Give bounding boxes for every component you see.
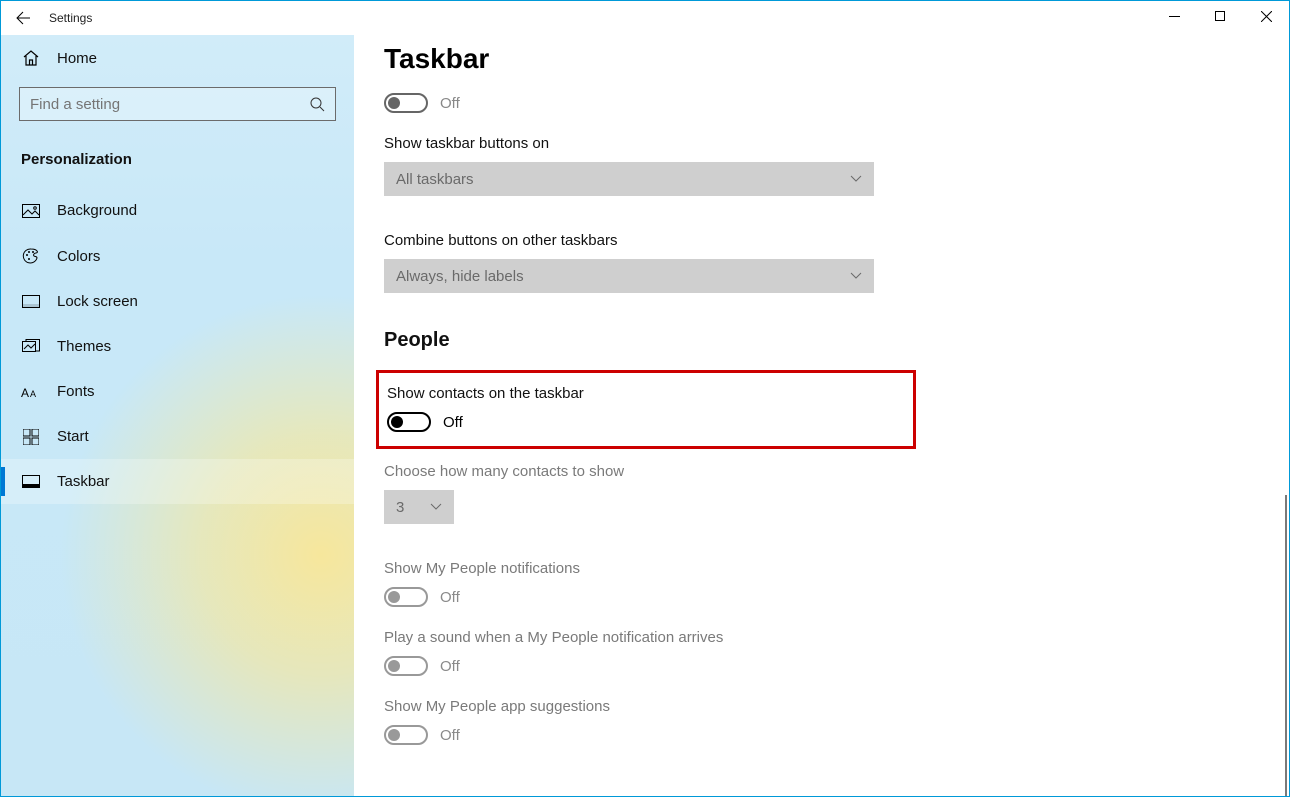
sidebar-item-taskbar[interactable]: Taskbar — [1, 459, 354, 504]
window-title: Settings — [49, 11, 92, 25]
main-content: Taskbar Off Show taskbar buttons on All … — [354, 35, 1289, 796]
sound-value: Off — [440, 658, 460, 675]
sidebar-item-label: Start — [57, 428, 89, 445]
back-button[interactable] — [1, 1, 45, 35]
sidebar-item-fonts[interactable]: AA Fonts — [1, 369, 354, 414]
dropdown-value: Always, hide labels — [396, 268, 524, 285]
sidebar-item-label: Taskbar — [57, 473, 110, 490]
title-bar: Settings — [1, 1, 1289, 35]
taskbar-icon — [21, 475, 41, 489]
sidebar-home-label: Home — [57, 50, 97, 67]
app-body: Home Personalization Background Colors — [1, 35, 1289, 796]
sidebar: Home Personalization Background Colors — [1, 35, 354, 796]
sidebar-item-label: Colors — [57, 248, 100, 265]
partial-toggle[interactable] — [384, 93, 428, 113]
maximize-button[interactable] — [1197, 1, 1243, 31]
choose-count-dropdown[interactable]: 3 — [384, 490, 454, 524]
picture-icon — [21, 204, 41, 218]
sidebar-item-colors[interactable]: Colors — [1, 233, 354, 279]
fonts-icon: AA — [21, 384, 41, 400]
palette-icon — [21, 247, 41, 265]
notifications-label: Show My People notifications — [384, 560, 1289, 577]
sidebar-item-background[interactable]: Background — [1, 188, 354, 233]
chevron-down-icon — [430, 503, 442, 511]
sidebar-item-label: Lock screen — [57, 293, 138, 310]
minimize-icon — [1169, 11, 1180, 22]
choose-count-label: Choose how many contacts to show — [384, 463, 1289, 480]
dropdown-value: All taskbars — [396, 171, 474, 188]
maximize-icon — [1215, 11, 1226, 22]
arrow-left-icon — [15, 10, 31, 26]
sidebar-item-themes[interactable]: Themes — [1, 324, 354, 369]
partial-toggle-label: Off — [440, 95, 460, 112]
dropdown-value: 3 — [396, 499, 404, 516]
partial-toggle-row: Off — [384, 93, 1289, 113]
window-controls — [1151, 1, 1289, 31]
sidebar-item-start[interactable]: Start — [1, 414, 354, 459]
sidebar-item-label: Themes — [57, 338, 111, 355]
sound-toggle[interactable] — [384, 656, 428, 676]
sidebar-nav: Background Colors Lock screen Themes — [1, 188, 354, 504]
sidebar-item-label: Fonts — [57, 383, 95, 400]
sidebar-item-label: Background — [57, 202, 137, 219]
combine-label: Combine buttons on other taskbars — [384, 232, 1289, 249]
sidebar-item-lock-screen[interactable]: Lock screen — [1, 279, 354, 324]
search-icon — [309, 96, 325, 112]
minimize-button[interactable] — [1151, 1, 1197, 31]
close-icon — [1261, 11, 1272, 22]
lock-screen-icon — [21, 295, 41, 309]
search-input[interactable] — [30, 96, 309, 113]
suggestions-label: Show My People app suggestions — [384, 698, 1289, 715]
sidebar-category: Personalization — [1, 139, 354, 188]
show-buttons-label: Show taskbar buttons on — [384, 135, 1289, 152]
start-icon — [21, 429, 41, 445]
scrollbar[interactable] — [1285, 495, 1287, 796]
home-icon — [21, 49, 41, 67]
section-people-heading: People — [384, 329, 1289, 352]
suggestions-value: Off — [440, 727, 460, 744]
close-button[interactable] — [1243, 1, 1289, 31]
show-contacts-toggle[interactable] — [387, 412, 431, 432]
themes-icon — [21, 339, 41, 355]
chevron-down-icon — [850, 272, 862, 280]
show-contacts-value: Off — [443, 414, 463, 431]
notifications-value: Off — [440, 589, 460, 606]
sound-label: Play a sound when a My People notificati… — [384, 629, 1289, 646]
chevron-down-icon — [850, 175, 862, 183]
svg-text:A: A — [21, 386, 29, 400]
combine-dropdown[interactable]: Always, hide labels — [384, 259, 874, 293]
page-title: Taskbar — [384, 43, 1289, 75]
suggestions-toggle[interactable] — [384, 725, 428, 745]
sidebar-home[interactable]: Home — [1, 35, 354, 81]
notifications-toggle[interactable] — [384, 587, 428, 607]
svg-text:A: A — [30, 389, 36, 399]
show-contacts-label: Show contacts on the taskbar — [387, 385, 913, 402]
highlight-annotation: Show contacts on the taskbar Off — [376, 370, 916, 449]
show-buttons-dropdown[interactable]: All taskbars — [384, 162, 874, 196]
search-box[interactable] — [19, 87, 336, 121]
